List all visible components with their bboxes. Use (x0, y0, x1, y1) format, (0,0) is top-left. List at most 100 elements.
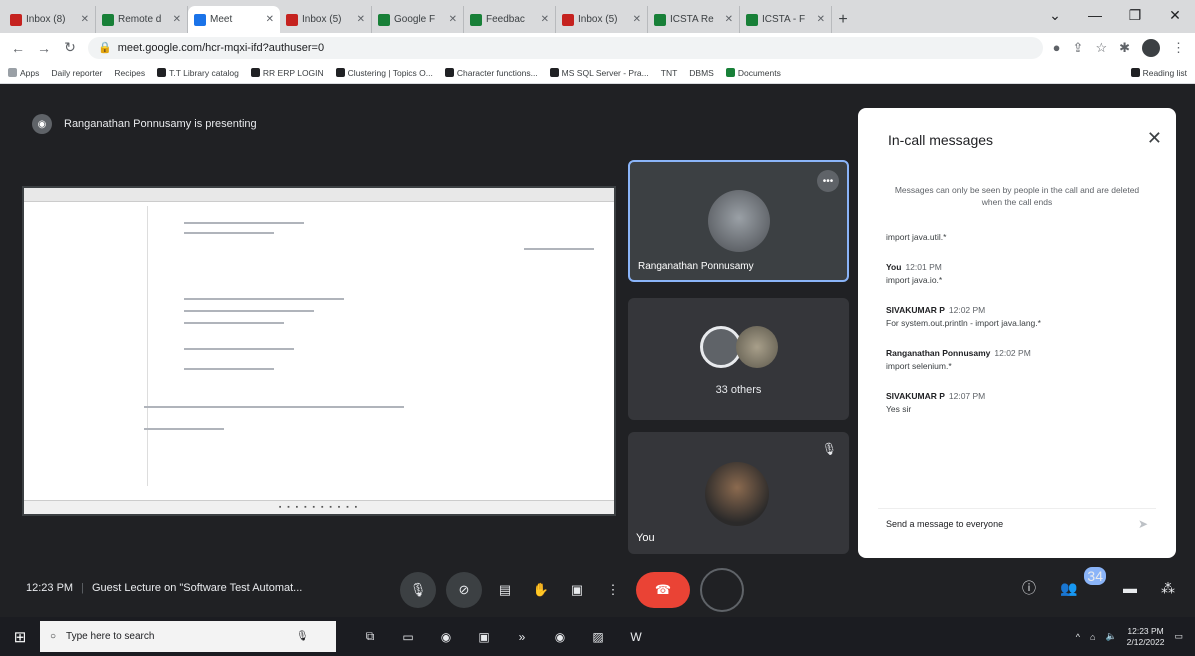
tab-inbox[interactable]: Inbox (5) ✕ (556, 6, 648, 33)
send-icon[interactable]: ➤ (1138, 517, 1148, 531)
message-text: import selenium.* (886, 361, 952, 371)
mic-off-icon[interactable]: 🎙 (400, 572, 436, 608)
chrome-icon[interactable]: ◉ (550, 627, 570, 647)
notification-icon[interactable]: ▭ (1174, 631, 1183, 642)
bookmark-tnt[interactable]: TNT (661, 68, 678, 78)
reaction-circle[interactable] (700, 568, 744, 612)
bookmark-library[interactable]: T.T Library catalog (157, 68, 239, 78)
present-screen-icon[interactable]: ▣ (564, 572, 590, 608)
message-sender: Ranganathan Ponnusamy (886, 348, 991, 358)
raise-hand-icon[interactable]: ✋ (528, 572, 554, 608)
bookmark-recipes[interactable]: Recipes (114, 68, 145, 78)
file-explorer-icon[interactable]: ▭ (398, 627, 418, 647)
menu-icon[interactable]: ⋮ (1172, 40, 1185, 56)
code-line (144, 406, 404, 408)
participant-tile-self[interactable]: 🎙 You (628, 432, 849, 554)
captions-icon[interactable]: ▤ (492, 572, 518, 608)
message-list: import java.util.* You 12:01 PM import ja… (886, 232, 1148, 434)
tab-remote[interactable]: Remote d ✕ (96, 6, 188, 33)
close-tab-icon[interactable]: ✕ (173, 14, 181, 25)
tab-google-forms[interactable]: Google F ✕ (372, 6, 464, 33)
message-item: You 12:01 PM import java.io.* (886, 262, 1148, 285)
tab-inbox[interactable]: Inbox (8) ✕ (4, 6, 96, 33)
volume-icon[interactable]: 🔈 (1105, 631, 1116, 642)
code-line (144, 428, 224, 430)
tab-search-icon[interactable]: ⌄ (1035, 0, 1075, 30)
chrome-icon[interactable]: ◉ (436, 627, 456, 647)
minimize-icon[interactable]: — (1075, 0, 1115, 30)
bookmark-erp[interactable]: RR ERP LOGIN (250, 68, 324, 78)
share-icon[interactable]: ⇪ (1073, 40, 1084, 56)
start-icon[interactable]: ⊞ (0, 617, 40, 656)
message-input[interactable] (886, 518, 1126, 529)
camera-icon[interactable]: ● (1053, 40, 1061, 55)
activities-icon[interactable]: ⁂ (1161, 580, 1175, 597)
restore-icon[interactable]: ❐ (1115, 0, 1155, 30)
star-icon[interactable]: ☆ (1095, 40, 1107, 56)
participant-tile-others[interactable]: 33 others (628, 298, 849, 420)
image-app-icon[interactable]: ▨ (588, 627, 608, 647)
clock-time: 12:23 PM (1127, 625, 1164, 636)
new-tab-button[interactable]: + (832, 6, 854, 33)
close-tab-icon[interactable]: ✕ (81, 14, 89, 25)
more-options-icon[interactable]: ⋮ (600, 572, 626, 608)
call-controls: 🎙 ⊘ ▤ ✋ ▣ ⋮ ☎ (400, 568, 744, 612)
extensions-icon[interactable]: ✱ (1119, 40, 1130, 56)
close-tab-icon[interactable]: ✕ (817, 14, 825, 25)
taskbar-search-input[interactable] (66, 631, 287, 642)
end-call-button[interactable]: ☎ (636, 572, 690, 608)
reading-list[interactable]: Reading list (1130, 68, 1187, 78)
bookmark-apps[interactable]: Apps (8, 68, 39, 78)
bookmark-mssql[interactable]: MS SQL Server - Pra... (549, 68, 649, 78)
message-sender: SIVAKUMAR P (886, 305, 945, 315)
app-icon[interactable]: » (512, 627, 532, 647)
present-icon: ◉ (32, 114, 52, 134)
close-tab-icon[interactable]: ✕ (541, 14, 549, 25)
forward-icon[interactable]: → (36, 40, 52, 56)
clock[interactable]: 12:23 PM 2/12/2022 (1127, 626, 1165, 648)
bookmark-character-functions[interactable]: Character functions... (444, 68, 538, 78)
people-icon[interactable]: 👥34 (1060, 566, 1106, 597)
close-tab-icon[interactable]: ✕ (266, 14, 274, 25)
message-item: import java.util.* (886, 232, 1148, 242)
more-options-icon[interactable]: ••• (817, 170, 839, 192)
participant-avatar (708, 190, 770, 252)
bookmark-documents[interactable]: Documents (725, 68, 781, 78)
app-icon[interactable]: ▣ (474, 627, 494, 647)
tab-icsta-responses[interactable]: ICSTA Re ✕ (648, 6, 740, 33)
apps-icon (8, 68, 17, 77)
tab-icsta-form[interactable]: ICSTA - F ✕ (740, 6, 832, 33)
close-tab-icon[interactable]: ✕ (633, 14, 641, 25)
participant-tile-featured[interactable]: ••• Ranganathan Ponnusamy (628, 160, 849, 282)
close-tab-icon[interactable]: ✕ (357, 14, 365, 25)
bookmark-daily-reporter[interactable]: Daily reporter (51, 68, 102, 78)
separator: | (81, 582, 84, 594)
task-view-icon[interactable]: ⧉ (360, 627, 380, 647)
code-line (184, 368, 274, 370)
word-icon[interactable]: W (626, 627, 646, 647)
tab-meet[interactable]: Meet ✕ (188, 6, 280, 33)
tab-feedback[interactable]: Feedbac ✕ (464, 6, 556, 33)
chat-icon[interactable]: ▬ (1123, 580, 1137, 596)
tab-inbox[interactable]: Inbox (5) ✕ (280, 6, 372, 33)
network-icon[interactable]: ⌂ (1090, 632, 1095, 642)
microphone-icon[interactable]: 🎙 (296, 631, 309, 642)
browser-tab-bar: Inbox (8) ✕ Remote d ✕ Meet ✕ Inbox (5) ✕ Go… (0, 0, 1195, 33)
close-tab-icon[interactable]: ✕ (449, 14, 457, 25)
back-icon[interactable]: ← (10, 40, 26, 56)
close-icon[interactable]: ✕ (1147, 128, 1162, 149)
bookmark-dbms[interactable]: DBMS (689, 68, 714, 78)
info-icon[interactable]: ⓘ (1022, 578, 1036, 598)
address-bar[interactable]: 🔒 meet.google.com/hcr-mqxi-ifd?authuser=… (88, 36, 1043, 59)
bookmark-clustering[interactable]: Clustering | Topics O... (335, 68, 433, 78)
chevron-up-icon[interactable]: ^ (1076, 632, 1080, 642)
profile-avatar[interactable] (1142, 38, 1160, 57)
message-text: import java.util.* (886, 232, 947, 242)
camera-off-icon[interactable]: ⊘ (446, 572, 482, 608)
bookmark-icon (157, 68, 167, 77)
close-window-icon[interactable]: ✕ (1155, 0, 1195, 30)
close-tab-icon[interactable]: ✕ (725, 14, 733, 25)
meeting-title: Guest Lecture on "Software Test Automat.… (91, 582, 303, 594)
taskbar-search[interactable]: ○ 🎙 (40, 621, 336, 652)
reload-icon[interactable]: ↻ (62, 39, 78, 56)
